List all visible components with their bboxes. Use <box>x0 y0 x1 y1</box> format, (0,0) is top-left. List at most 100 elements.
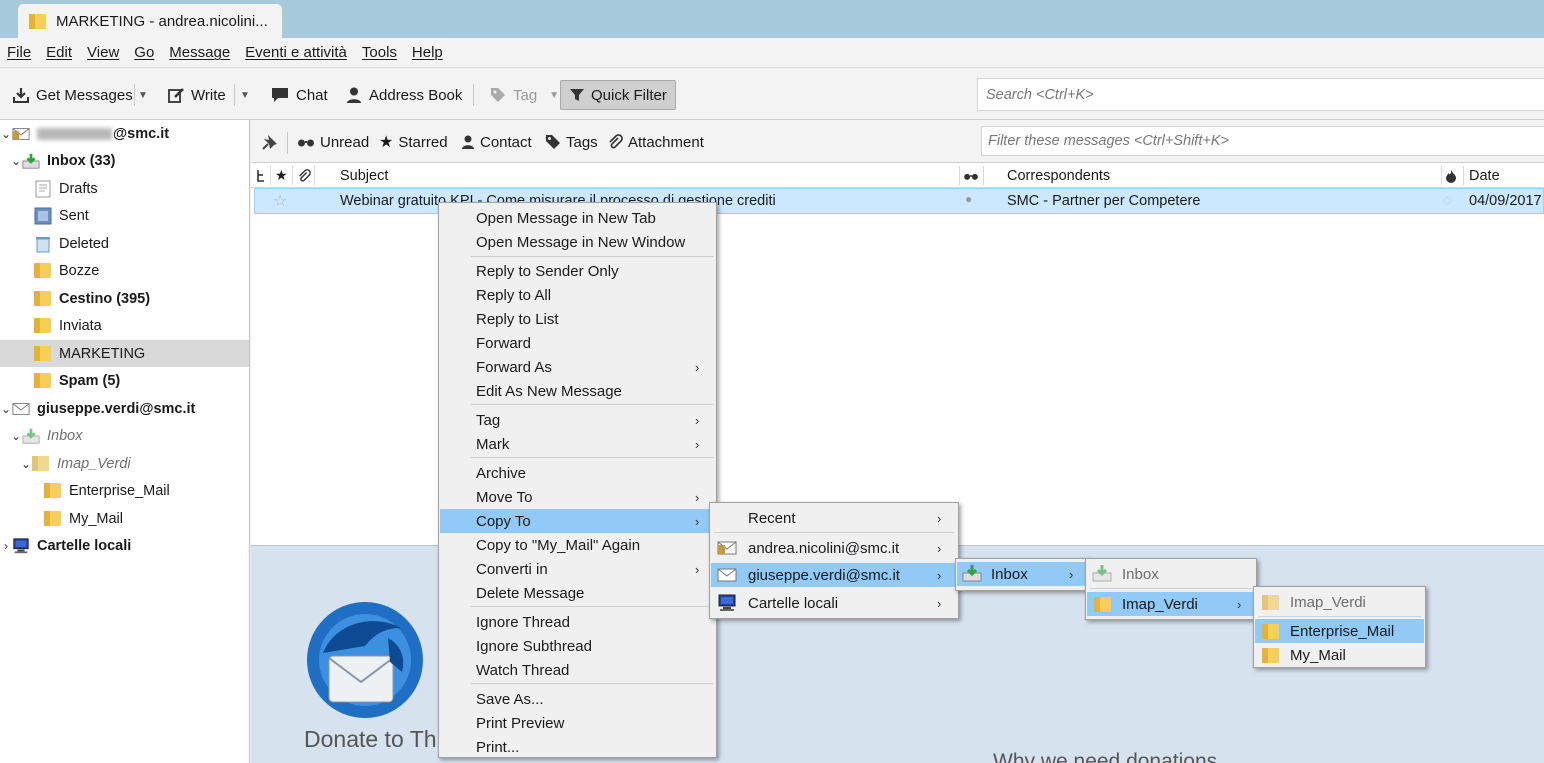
address-book-button[interactable]: Address Book <box>341 80 466 110</box>
junk-status-icon[interactable]: ◌ <box>1443 192 1452 209</box>
menu-save-as[interactable]: Save As... <box>440 687 715 711</box>
menu-forward[interactable]: Forward <box>440 331 715 355</box>
thread-column-header[interactable] <box>256 163 266 188</box>
write-button[interactable]: Write <box>163 80 230 110</box>
attachment-column-header[interactable] <box>297 163 311 188</box>
menu-edit-as-new[interactable]: Edit As New Message <box>440 379 715 403</box>
star-toggle-icon[interactable]: ☆ <box>273 191 287 211</box>
chevron-down-icon[interactable]: ⌄ <box>10 429 22 443</box>
star-column-header[interactable]: ★ <box>275 163 288 188</box>
folder-deleted[interactable]: Deleted <box>0 230 249 257</box>
chevron-down-icon[interactable]: ⌄ <box>20 457 32 471</box>
submenu-recent[interactable]: Recent › <box>711 506 957 530</box>
menu-view[interactable]: View <box>87 44 119 61</box>
folder-inbox-giuseppe[interactable]: ⌄ Inbox <box>0 422 249 449</box>
menu-go[interactable]: Go <box>134 44 154 61</box>
filter-tags-button[interactable]: Tags <box>545 131 598 153</box>
menu-events[interactable]: Eventi e attività <box>245 44 347 61</box>
write-dropdown[interactable]: ▼ <box>240 80 250 110</box>
menu-print[interactable]: Print... <box>440 735 715 759</box>
get-messages-dropdown[interactable]: ▼ <box>138 80 148 110</box>
folder-sent[interactable]: Sent <box>0 202 249 229</box>
submenu-account-giuseppe[interactable]: giuseppe.verdi@smc.it › <box>711 563 957 587</box>
menu-ignore-subthread[interactable]: Ignore Subthread <box>440 634 715 658</box>
folder-cestino[interactable]: Cestino (395) <box>0 285 249 312</box>
menu-delete-message[interactable]: Delete Message <box>440 581 715 605</box>
read-column-header[interactable] <box>963 163 979 188</box>
chevron-right-icon[interactable]: › <box>0 539 12 553</box>
tag-icon <box>491 88 505 102</box>
filter-attachment-button[interactable]: Attachment <box>607 131 704 153</box>
junk-column-header[interactable] <box>1445 163 1457 188</box>
chevron-down-icon[interactable]: ⌄ <box>0 127 12 141</box>
date-column-header[interactable]: Date <box>1469 163 1500 188</box>
filter-unread-label: Unread <box>320 133 370 151</box>
chevron-down-icon: ▼ <box>240 89 250 101</box>
submenu-imap-verdi[interactable]: Imap_Verdi › <box>1087 592 1255 616</box>
chevron-right-icon: › <box>695 561 700 577</box>
menu-move-to[interactable]: Move To › <box>440 485 715 509</box>
submenu-my-mail[interactable]: My_Mail <box>1255 643 1424 667</box>
folder-account-giuseppe[interactable]: ⌄ giuseppe.verdi@smc.it <box>0 395 249 422</box>
subject-column-header[interactable]: Subject <box>340 163 388 188</box>
filter-starred-button[interactable]: ★ Starred <box>379 131 448 153</box>
folder-imap-verdi[interactable]: ⌄ Imap_Verdi <box>0 450 249 477</box>
menu-archive[interactable]: Archive <box>440 461 715 485</box>
submenu-account-andrea[interactable]: andrea.nicolini@smc.it › <box>711 536 957 560</box>
read-status-icon[interactable]: ● <box>965 192 972 206</box>
folder-local-folders[interactable]: › Cartelle locali <box>0 532 249 559</box>
submenu-local-folders[interactable]: Cartelle locali › <box>711 591 957 615</box>
chat-button[interactable]: Chat <box>266 80 332 110</box>
menu-forward-as[interactable]: Forward As › <box>440 355 715 379</box>
menu-tools[interactable]: Tools <box>362 44 397 61</box>
menu-edit[interactable]: Edit <box>46 44 72 61</box>
menu-reply-sender[interactable]: Reply to Sender Only <box>440 259 715 283</box>
folder-spam[interactable]: Spam (5) <box>0 367 249 394</box>
folder-inviata[interactable]: Inviata <box>0 312 249 339</box>
folder-enterprise-mail[interactable]: Enterprise_Mail <box>0 477 249 504</box>
tab-marketing[interactable]: MARKETING - andrea.nicolini... <box>18 4 282 39</box>
menu-help[interactable]: Help <box>412 44 443 61</box>
chevron-down-icon[interactable]: ⌄ <box>0 402 12 416</box>
person-icon <box>462 135 474 149</box>
menu-ignore-thread[interactable]: Ignore Thread <box>440 610 715 634</box>
menu-copy-again[interactable]: Copy to "My_Mail" Again <box>440 533 715 557</box>
menu-file[interactable]: File <box>7 44 31 61</box>
folder-account-andrea[interactable]: ⌄ @smc.it <box>0 120 249 147</box>
folder-my-mail[interactable]: My_Mail <box>0 505 249 532</box>
menu-reply-list[interactable]: Reply to List <box>440 307 715 331</box>
menu-item-label: Edit As New Message <box>476 382 622 400</box>
menu-watch-thread[interactable]: Watch Thread <box>440 658 715 682</box>
submenu-inbox-self[interactable]: Inbox <box>1087 562 1255 586</box>
menu-message[interactable]: Message <box>169 44 230 61</box>
submenu-enterprise-mail[interactable]: Enterprise_Mail <box>1255 619 1424 643</box>
folder-marketing[interactable]: MARKETING <box>0 340 249 367</box>
menu-converti-in[interactable]: Converti in › <box>440 557 715 581</box>
filter-contact-button[interactable]: Contact <box>461 131 532 153</box>
menu-open-new-window[interactable]: Open Message in New Window <box>440 230 715 254</box>
chevron-down-icon[interactable]: ⌄ <box>10 154 22 168</box>
menu-copy-to[interactable]: Copy To › <box>440 509 715 533</box>
global-search-input[interactable]: Search <Ctrl+K> <box>977 78 1544 111</box>
folder-drafts[interactable]: Drafts <box>0 175 249 202</box>
menu-print-preview[interactable]: Print Preview <box>440 711 715 735</box>
menu-mark[interactable]: Mark › <box>440 432 715 456</box>
write-label: Write <box>191 86 226 104</box>
submenu-inbox[interactable]: Inbox › <box>957 562 1087 586</box>
copy-to-submenu: Recent › andrea.nicolini@smc.it › giuseppe… <box>709 502 959 619</box>
folder-bozze[interactable]: Bozze <box>0 257 249 284</box>
folder-icon <box>34 373 51 388</box>
get-messages-button[interactable]: Get Messages <box>8 80 137 110</box>
filter-unread-button[interactable]: Unread <box>297 131 369 153</box>
filter-messages-input[interactable]: Filter these messages <Ctrl+Shift+K> <box>981 126 1544 156</box>
tag-button[interactable]: Tag ▼ <box>485 80 563 110</box>
correspondents-column-header[interactable]: Correspondents <box>1007 163 1110 188</box>
menu-reply-all[interactable]: Reply to All <box>440 283 715 307</box>
menu-open-new-tab[interactable]: Open Message in New Tab <box>440 206 715 230</box>
pin-filter-button[interactable] <box>261 131 279 153</box>
menu-item-label: Delete Message <box>476 584 585 602</box>
menu-tag[interactable]: Tag › <box>440 408 715 432</box>
submenu-imap-verdi-self[interactable]: Imap_Verdi <box>1255 590 1424 614</box>
quick-filter-button[interactable]: Quick Filter <box>560 80 676 110</box>
folder-inbox[interactable]: ⌄ Inbox (33) <box>0 147 249 174</box>
